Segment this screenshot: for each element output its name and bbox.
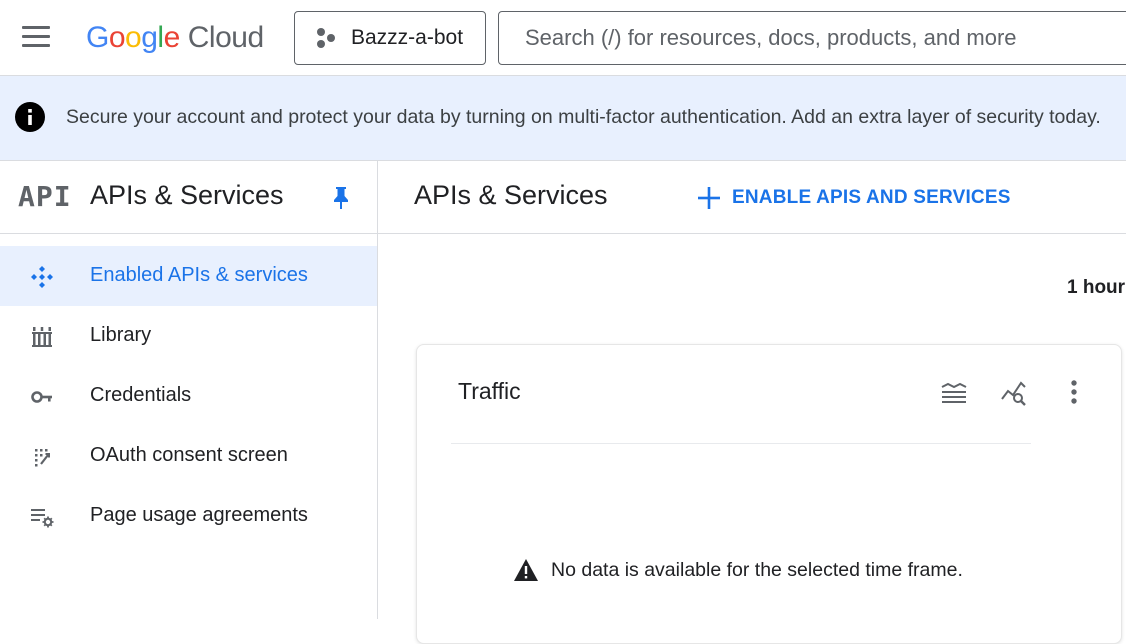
enable-apis-label: ENABLE APIS AND SERVICES	[732, 187, 1011, 208]
sidebar-item-label: Credentials	[90, 384, 192, 406]
page-title: APIs & Services	[414, 180, 608, 210]
logo-letter: o	[108, 21, 126, 54]
sidebar-item-label: Library	[90, 324, 152, 346]
logo-cloud-text: Cloud	[187, 21, 264, 54]
search-box[interactable]	[498, 11, 1126, 65]
sidebar-item-enabled-apis[interactable]: Enabled APIs & services	[0, 246, 377, 306]
top-bar: Google Cloud Bazzz-a-bot	[0, 0, 1126, 76]
traffic-card: Traffic No data is available for the sel…	[416, 344, 1122, 644]
sidebar-header: API APIs & Services	[0, 161, 377, 234]
main-header: APIs & Services ENABLE APIS AND SERVICES	[378, 161, 1126, 234]
project-selector-button[interactable]: Bazzz-a-bot	[294, 11, 486, 65]
enable-apis-button[interactable]: ENABLE APIS AND SERVICES	[696, 181, 1011, 215]
more-vert-icon[interactable]	[1059, 377, 1089, 407]
sidebar-title: APIs & Services	[90, 180, 284, 210]
sidebar-item-label: Enabled APIs & services	[90, 264, 308, 286]
logo-letter: G	[86, 21, 109, 54]
banner-text: Secure your account and protect your dat…	[66, 106, 1101, 128]
project-name: Bazzz-a-bot	[351, 26, 464, 49]
explore-chart-icon[interactable]	[999, 377, 1029, 407]
api-logo-icon: API	[18, 180, 72, 213]
key-icon	[31, 391, 52, 403]
sidebar: API APIs & Services Enabled APIs & servi…	[0, 161, 378, 619]
logo-letter: o	[125, 21, 142, 54]
legend-toggle-icon[interactable]	[939, 377, 969, 407]
logo-letter: e	[163, 21, 181, 54]
sidebar-item-label: Page usage agreements	[90, 504, 308, 526]
search-input[interactable]	[523, 12, 1123, 64]
pin-icon[interactable]	[331, 186, 351, 210]
sidebar-item-label: OAuth consent screen	[90, 444, 288, 466]
time-range-selector[interactable]: 1 hour	[1067, 277, 1125, 299]
sidebar-item-credentials[interactable]: Credentials	[0, 366, 377, 426]
settings-list-icon	[31, 509, 54, 528]
diamond-dots-icon	[31, 266, 53, 288]
sidebar-item-page-usage[interactable]: Page usage agreements	[0, 486, 377, 546]
logo-letter: g	[141, 21, 158, 54]
consent-icon	[35, 449, 50, 467]
traffic-card-title: Traffic	[458, 378, 521, 404]
library-icon	[32, 327, 52, 347]
project-icon	[317, 28, 335, 48]
empty-state: No data is available for the selected ti…	[513, 558, 963, 582]
menu-icon[interactable]	[22, 26, 50, 48]
sidebar-item-library[interactable]: Library	[0, 306, 377, 366]
card-divider	[451, 443, 1031, 444]
plus-icon	[698, 187, 720, 209]
google-cloud-logo[interactable]: Google Cloud	[86, 18, 264, 58]
mfa-banner: Secure your account and protect your dat…	[0, 76, 1126, 161]
info-icon	[15, 102, 45, 132]
empty-state-message: No data is available for the selected ti…	[551, 558, 963, 581]
warning-icon	[514, 559, 538, 581]
sidebar-item-oauth-consent[interactable]: OAuth consent screen	[0, 426, 377, 486]
